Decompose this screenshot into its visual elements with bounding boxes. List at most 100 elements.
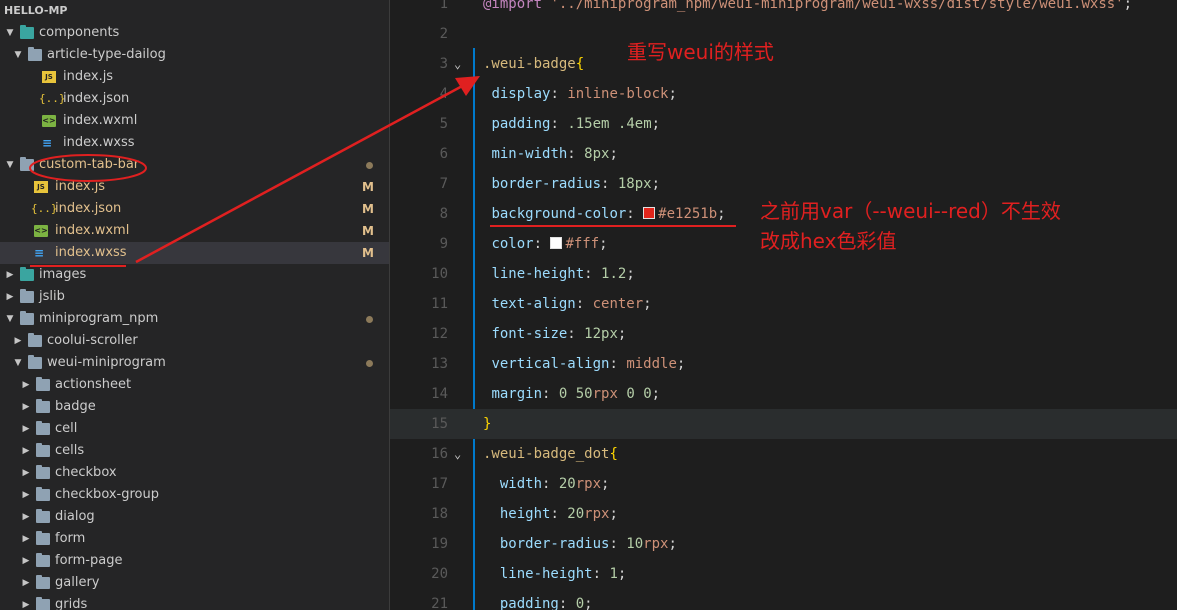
- tree-item[interactable]: ▼ article-type-dailog: [0, 44, 390, 66]
- code-line[interactable]: 14 margin: 0 50rpx 0 0;: [390, 379, 1177, 409]
- code-line[interactable]: 5 padding: .15em .4em;: [390, 109, 1177, 139]
- chevron-down-icon[interactable]: ▼: [12, 352, 24, 374]
- tree-item[interactable]: JS index.js: [0, 66, 390, 88]
- tree-item[interactable]: ▶ form: [0, 528, 390, 550]
- tree-item[interactable]: ▶ cell: [0, 418, 390, 440]
- tree-item-label: index.js: [63, 69, 114, 84]
- chevron-down-icon[interactable]: ▼: [4, 22, 16, 44]
- tree-item-label: cell: [55, 421, 78, 436]
- chevron-right-icon[interactable]: ▶: [20, 374, 32, 396]
- tree-item[interactable]: ▶ grids: [0, 594, 390, 610]
- code-line[interactable]: 20 line-height: 1;: [390, 559, 1177, 589]
- wxml-file-icon: <>: [34, 225, 48, 237]
- tree-item[interactable]: JS index.js M: [0, 176, 390, 198]
- tree-item-label: checkbox: [55, 465, 117, 480]
- tree-item[interactable]: <> index.wxml M: [0, 220, 390, 242]
- code-text: .weui-badge_dot{: [483, 446, 618, 462]
- tree-item-label: actionsheet: [55, 377, 132, 392]
- modified-dot-indicator: [366, 316, 373, 323]
- code-line[interactable]: 12 font-size: 12px;: [390, 319, 1177, 349]
- chevron-down-icon[interactable]: ▼: [4, 308, 16, 330]
- code-line[interactable]: 13 vertical-align: middle;: [390, 349, 1177, 379]
- folder-icon: [20, 311, 34, 325]
- explorer-section-title[interactable]: HELLO-MP: [0, 0, 390, 22]
- code-line[interactable]: 3 ⌄ .weui-badge{: [390, 49, 1177, 79]
- tree-item[interactable]: ▶ checkbox: [0, 462, 390, 484]
- chevron-down-icon[interactable]: ▼: [12, 44, 24, 66]
- tree-item-label: index.wxss: [55, 245, 127, 260]
- tree-item[interactable]: ▶ actionsheet: [0, 374, 390, 396]
- code-line[interactable]: 17 width: 20rpx;: [390, 469, 1177, 499]
- chevron-down-icon[interactable]: ▼: [4, 154, 16, 176]
- color-swatch-icon[interactable]: [643, 207, 656, 219]
- code-line[interactable]: 21 padding: 0;: [390, 589, 1177, 610]
- code-text: vertical-align: middle;: [491, 356, 686, 372]
- color-swatch-icon[interactable]: [550, 237, 563, 249]
- code-editor[interactable]: 1 @import '../miniprogram_npm/weui-minipr…: [390, 0, 1177, 610]
- js-file-icon: JS: [34, 181, 48, 193]
- tree-item[interactable]: ▼ miniprogram_npm: [0, 308, 390, 330]
- chevron-right-icon[interactable]: ▶: [20, 506, 32, 528]
- code-line[interactable]: 15}: [390, 409, 1177, 439]
- tree-item[interactable]: ▶ cells: [0, 440, 390, 462]
- tree-item-label: form-page: [55, 553, 123, 568]
- code-line[interactable]: 4 display: inline-block;: [390, 79, 1177, 109]
- tree-item[interactable]: ▶ checkbox-group: [0, 484, 390, 506]
- tree-item[interactable]: <> index.wxml: [0, 110, 390, 132]
- chevron-right-icon[interactable]: ▶: [20, 440, 32, 462]
- line-number: 8: [439, 206, 448, 222]
- chevron-right-icon[interactable]: ▶: [20, 484, 32, 506]
- chevron-right-icon[interactable]: ▶: [4, 286, 16, 308]
- code-text: text-align: center;: [491, 296, 652, 312]
- tree-item[interactable]: ▶ gallery: [0, 572, 390, 594]
- tree-item[interactable]: ▶ coolui-scroller: [0, 330, 390, 352]
- chevron-right-icon[interactable]: ▶: [20, 528, 32, 550]
- tree-item[interactable]: ▶ dialog: [0, 506, 390, 528]
- tree-item[interactable]: ▶ badge: [0, 396, 390, 418]
- folder-icon: [36, 377, 50, 391]
- code-line[interactable]: 6 min-width: 8px;: [390, 139, 1177, 169]
- tree-item[interactable]: ▼ components: [0, 22, 390, 44]
- code-line[interactable]: 16 ⌄ .weui-badge_dot{: [390, 439, 1177, 469]
- chevron-right-icon[interactable]: ▶: [20, 594, 32, 610]
- file-tree: ▼ components ▼ article-type-dailog JS index.j…: [0, 22, 390, 610]
- line-number: 5: [439, 116, 448, 132]
- line-number: 13: [431, 356, 448, 372]
- chevron-right-icon[interactable]: ▶: [20, 550, 32, 572]
- code-line[interactable]: 18 height: 20rpx;: [390, 499, 1177, 529]
- tree-item[interactable]: {..} index.json M: [0, 198, 390, 220]
- chevron-right-icon[interactable]: ▶: [20, 572, 32, 594]
- tree-item[interactable]: ▶ form-page: [0, 550, 390, 572]
- tree-item[interactable]: ▼ custom-tab-bar: [0, 154, 390, 176]
- tree-item[interactable]: ≡ index.wxss: [0, 132, 390, 154]
- chevron-right-icon[interactable]: ▶: [4, 264, 16, 286]
- chevron-right-icon[interactable]: ▶: [12, 330, 24, 352]
- code-line[interactable]: 1 @import '../miniprogram_npm/weui-minipr…: [390, 0, 1177, 19]
- code-line[interactable]: 10 line-height: 1.2;: [390, 259, 1177, 289]
- tree-item-label: components: [39, 25, 120, 40]
- code-line[interactable]: 11 text-align: center;: [390, 289, 1177, 319]
- folder-icon: [36, 509, 50, 523]
- tree-item-label: article-type-dailog: [47, 47, 166, 62]
- tree-item[interactable]: ▶ images: [0, 264, 390, 286]
- tree-item[interactable]: ▼ weui-miniprogram: [0, 352, 390, 374]
- tree-item[interactable]: ≡ index.wxss M: [0, 242, 390, 264]
- code-line[interactable]: 2: [390, 19, 1177, 49]
- tree-item-label: index.wxml: [63, 113, 138, 128]
- git-status-badge: M: [362, 180, 374, 194]
- annotation-note-line-1: 之前用var（--weui--red）不生效: [760, 199, 1061, 223]
- code-line[interactable]: 19 border-radius: 10rpx;: [390, 529, 1177, 559]
- fold-chevron-icon[interactable]: ⌄: [454, 49, 461, 79]
- tree-item[interactable]: ▶ jslib: [0, 286, 390, 308]
- wxss-file-icon: ≡: [42, 136, 53, 150]
- fold-chevron-icon[interactable]: ⌄: [454, 439, 461, 469]
- code-text: color: #fff;: [491, 236, 608, 252]
- chevron-right-icon[interactable]: ▶: [20, 418, 32, 440]
- chevron-right-icon[interactable]: ▶: [20, 462, 32, 484]
- chevron-right-icon[interactable]: ▶: [20, 396, 32, 418]
- tree-item[interactable]: {..} index.json: [0, 88, 390, 110]
- wxss-file-icon: ≡: [34, 246, 45, 260]
- code-text: margin: 0 50rpx 0 0;: [491, 386, 661, 402]
- tree-item-label: jslib: [39, 289, 65, 304]
- line-number: 3: [439, 56, 448, 72]
